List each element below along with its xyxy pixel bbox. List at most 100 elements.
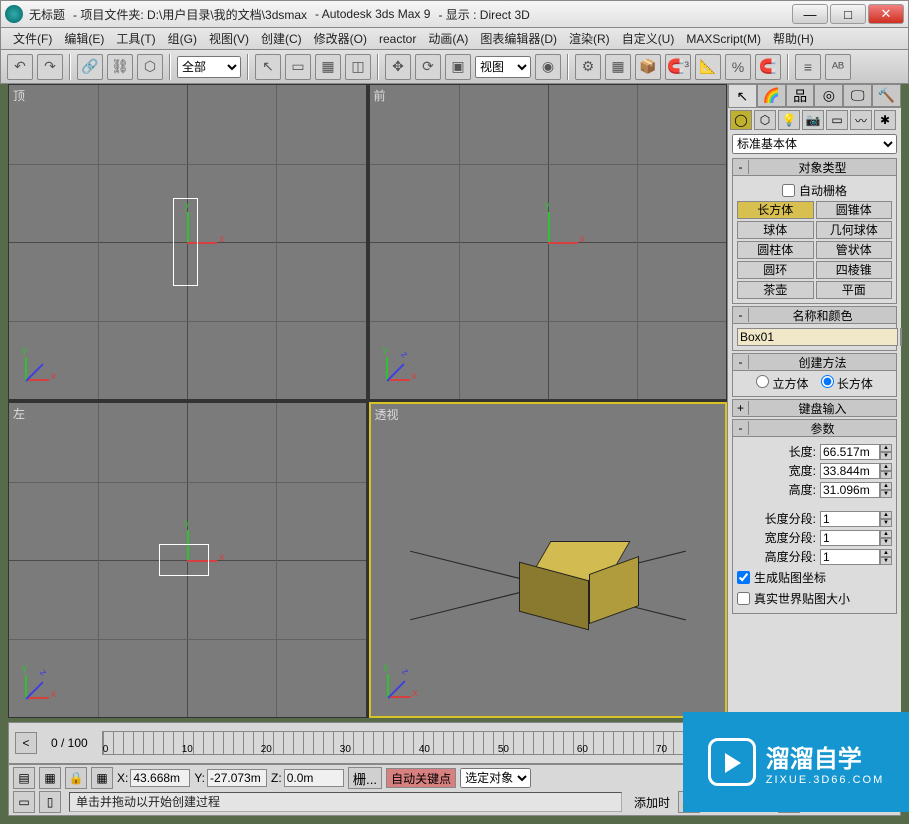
select-region-button[interactable]: ▦ [315, 54, 341, 80]
gen-mapping-checkbox[interactable] [737, 571, 750, 584]
create-systems-button[interactable]: ✱ [874, 110, 896, 130]
viewport-top[interactable]: 顶 [8, 84, 367, 400]
window-minimize-button[interactable]: — [792, 4, 828, 24]
rollout-keyboard-input[interactable]: +键盘输入 [732, 399, 897, 417]
spinner-snap-button[interactable]: % [725, 54, 751, 80]
tab-utilities[interactable]: 🔨 [872, 84, 901, 107]
menu-file[interactable]: 文件(F) [7, 30, 58, 47]
link-button[interactable]: 🔗 [77, 54, 103, 80]
menu-anim[interactable]: 动画(A) [422, 30, 474, 47]
object-box-button[interactable]: 长方体 [737, 201, 814, 219]
height-input[interactable] [820, 482, 880, 498]
named-sel-button[interactable]: ≡ [795, 54, 821, 80]
menu-view[interactable]: 视图(V) [203, 30, 255, 47]
create-geometry-button[interactable]: ◯ [730, 110, 752, 130]
menu-edit[interactable]: 编辑(E) [58, 30, 110, 47]
rollout-create-method[interactable]: -创建方法 [732, 353, 897, 371]
manipulate-button[interactable]: ⚙ [575, 54, 601, 80]
height-spinner-down[interactable]: ▼ [880, 490, 892, 498]
window-close-button[interactable]: ✕ [868, 4, 904, 24]
viewport-left[interactable]: 左 [8, 402, 367, 718]
tab-hierarchy[interactable]: 品 [786, 84, 815, 107]
edged-faces-button[interactable]: 🧲 [755, 54, 781, 80]
menu-graph[interactable]: 图表编辑器(D) [474, 30, 563, 47]
menu-custom[interactable]: 自定义(U) [616, 30, 681, 47]
length-spinner-down[interactable]: ▼ [880, 452, 892, 460]
mirror-button[interactable]: ᴬᴮ [825, 54, 851, 80]
tab-motion[interactable]: ◎ [814, 84, 843, 107]
z-coord-input[interactable] [284, 769, 344, 787]
create-lights-button[interactable]: 💡 [778, 110, 800, 130]
menu-maxscript[interactable]: MAXScript(M) [680, 32, 767, 46]
menu-group[interactable]: 组(G) [162, 30, 203, 47]
lseg-spinner-up[interactable]: ▲ [880, 511, 892, 519]
lseg-spinner-down[interactable]: ▼ [880, 519, 892, 527]
length-spinner-up[interactable]: ▲ [880, 444, 892, 452]
object-name-input[interactable] [737, 328, 898, 346]
category-select[interactable]: 标准基本体 [732, 134, 897, 154]
lseg-input[interactable] [820, 511, 880, 527]
key-target-select[interactable]: 选定对象 [460, 768, 531, 788]
real-world-checkbox[interactable] [737, 592, 750, 605]
wseg-spinner-up[interactable]: ▲ [880, 530, 892, 538]
menu-render[interactable]: 渲染(R) [563, 30, 616, 47]
unlink-button[interactable]: ⛓ [107, 54, 133, 80]
tab-modify[interactable]: 🌈 [757, 84, 786, 107]
snap-button[interactable]: 📦 [635, 54, 661, 80]
autokey-button[interactable]: 自动关键点 [386, 768, 456, 788]
prompt-button[interactable]: ▯ [39, 791, 61, 813]
hseg-spinner-up[interactable]: ▲ [880, 549, 892, 557]
abs-transform-button[interactable]: ▦ [91, 767, 113, 789]
ref-coord-select[interactable]: 视图 [475, 56, 531, 78]
color-swatch[interactable] [900, 328, 902, 346]
menu-reactor[interactable]: reactor [373, 32, 422, 46]
hseg-input[interactable] [820, 549, 880, 565]
object-teapot-button[interactable]: 茶壶 [737, 281, 814, 299]
object-cylinder-button[interactable]: 圆柱体 [737, 241, 814, 259]
window-maximize-button[interactable]: □ [830, 4, 866, 24]
wseg-input[interactable] [820, 530, 880, 546]
pivot-button[interactable]: ◉ [535, 54, 561, 80]
grid-toggle-button[interactable]: 栅... [348, 767, 382, 789]
viewport-perspective[interactable]: 透视 [369, 402, 728, 718]
create-cameras-button[interactable]: 📷 [802, 110, 824, 130]
width-spinner-down[interactable]: ▼ [880, 471, 892, 479]
angle-snap-button[interactable]: 🧲³ [665, 54, 691, 80]
hseg-spinner-down[interactable]: ▼ [880, 557, 892, 565]
length-input[interactable] [820, 444, 880, 460]
menu-tools[interactable]: 工具(T) [110, 30, 161, 47]
object-geosphere-button[interactable]: 几何球体 [816, 221, 893, 239]
width-input[interactable] [820, 463, 880, 479]
object-plane-button[interactable]: 平面 [816, 281, 893, 299]
object-sphere-button[interactable]: 球体 [737, 221, 814, 239]
percent-snap-button[interactable]: 📐 [695, 54, 721, 80]
scale-button[interactable]: ▣ [445, 54, 471, 80]
curve-editor-button[interactable]: ▤ [13, 767, 35, 789]
radio-box[interactable]: 长方体 [821, 375, 873, 392]
script-listener-button[interactable]: ▭ [13, 791, 35, 813]
keyboard-shortcut-button[interactable]: ▦ [605, 54, 631, 80]
x-coord-input[interactable] [130, 769, 190, 787]
create-spacewarps-button[interactable]: 〰 [850, 110, 872, 130]
select-cursor-button[interactable]: ↖ [255, 54, 281, 80]
bind-button[interactable]: ⬡ [137, 54, 163, 80]
menu-create[interactable]: 创建(C) [255, 30, 308, 47]
rotate-button[interactable]: ⟳ [415, 54, 441, 80]
object-cone-button[interactable]: 圆锥体 [816, 201, 893, 219]
selection-filter-select[interactable]: 全部 [177, 56, 241, 78]
width-spinner-up[interactable]: ▲ [880, 463, 892, 471]
dope-sheet-button[interactable]: ▦ [39, 767, 61, 789]
object-tube-button[interactable]: 管状体 [816, 241, 893, 259]
autogrid-checkbox[interactable] [782, 184, 795, 197]
tab-display[interactable]: 🖵 [843, 84, 872, 107]
wseg-spinner-down[interactable]: ▼ [880, 538, 892, 546]
select-name-button[interactable]: ▭ [285, 54, 311, 80]
select-window-button[interactable]: ◫ [345, 54, 371, 80]
redo-button[interactable]: ↷ [37, 54, 63, 80]
undo-button[interactable]: ↶ [7, 54, 33, 80]
rollout-name-color[interactable]: -名称和颜色 [732, 306, 897, 324]
track-toggle-button[interactable]: < [15, 732, 37, 754]
rollout-object-type[interactable]: -对象类型 [732, 158, 897, 176]
rollout-parameters[interactable]: -参数 [732, 419, 897, 437]
object-pyramid-button[interactable]: 四棱锥 [816, 261, 893, 279]
